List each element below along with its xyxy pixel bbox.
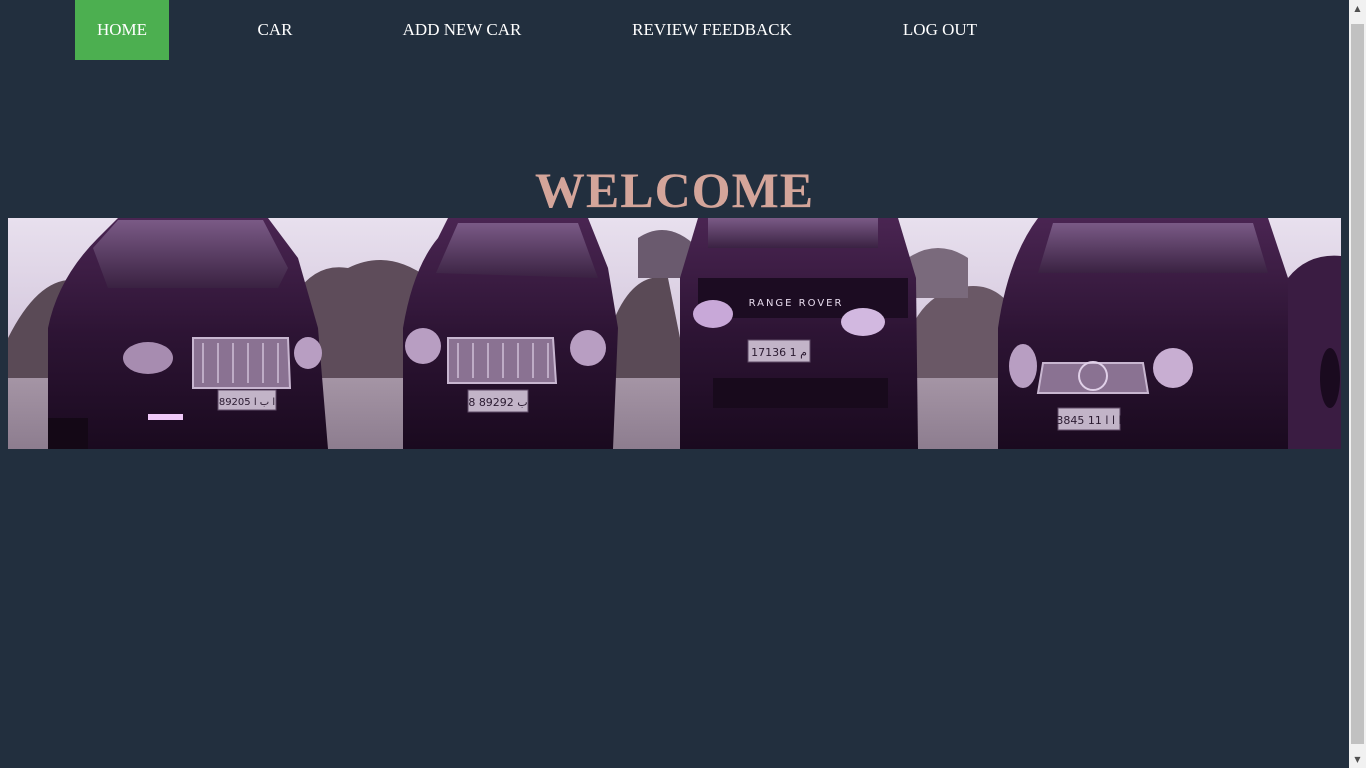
scroll-up-icon[interactable]: ▲ (1349, 0, 1366, 17)
nav-car-link[interactable]: CAR (240, 0, 310, 60)
scroll-down-icon[interactable]: ▼ (1349, 751, 1366, 768)
svg-text:89205 ا ب ا: 89205 ا ب ا (219, 397, 275, 408)
top-nav: HOME CAR ADD NEW CAR REVIEW FEEDBACK LOG… (0, 0, 1349, 60)
page-title: WELCOME (534, 161, 815, 218)
car-3-graphic: RANGE ROVER 17136 م 1 (680, 218, 918, 449)
svg-text:RANGE ROVER: RANGE ROVER (749, 298, 844, 309)
svg-text:17136 م 1: 17136 م 1 (751, 346, 807, 359)
banner-image: 89205 ا ب ا 8 ب 89292 RANGE ROVER 17136 … (8, 218, 1341, 449)
nav-log-out-link[interactable]: LOG OUT (893, 0, 987, 60)
car-2-graphic: 8 ب 89292 (403, 218, 618, 449)
car-4-graphic: 3845 ا ا ا 11 (998, 218, 1288, 449)
svg-text:8 ب 89292: 8 ب 89292 (468, 396, 527, 409)
nav-home-link[interactable]: HOME (75, 0, 169, 60)
scroll-thumb[interactable] (1351, 24, 1364, 744)
page: HOME CAR ADD NEW CAR REVIEW FEEDBACK LOG… (0, 0, 1349, 768)
car-1-graphic: 89205 ا ب ا (48, 218, 328, 449)
svg-text:3845 ا ا ا 11: 3845 ا ا ا 11 (1056, 414, 1121, 427)
nav-add-new-car-link[interactable]: ADD NEW CAR (392, 0, 532, 60)
nav-review-feedback-link[interactable]: REVIEW FEEDBACK (622, 0, 802, 60)
vertical-scrollbar[interactable]: ▲ ▼ (1349, 0, 1366, 768)
